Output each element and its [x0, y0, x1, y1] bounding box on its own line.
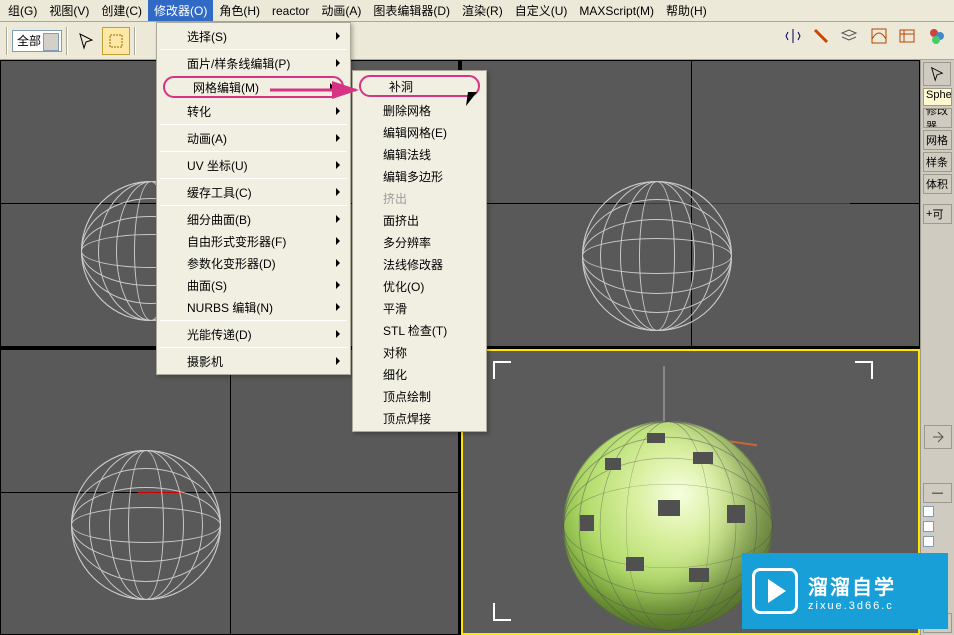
submenu-tessellate[interactable]: 细化: [355, 363, 484, 385]
panel-tab-mesh[interactable]: 网格: [923, 130, 952, 150]
submenu-multires[interactable]: 多分辨率: [355, 231, 484, 253]
submenu-face-extrude[interactable]: 面挤出: [355, 209, 484, 231]
modifiers-menu: 选择(S) 面片/样条线编辑(P) 网格编辑(M) 转化 动画(A) UV 坐标…: [156, 22, 351, 375]
wireframe-sphere: [71, 450, 221, 600]
play-icon: [752, 568, 798, 614]
mouse-cursor: [467, 92, 479, 110]
modmenu-selection[interactable]: 选择(S): [159, 25, 348, 47]
modmenu-patch-spline-edit[interactable]: 面片/样条线编辑(P): [159, 52, 348, 74]
modmenu-subdivision[interactable]: 细分曲面(B): [159, 208, 348, 230]
menu-reactor[interactable]: reactor: [266, 2, 315, 20]
submenu-edit-poly[interactable]: 编辑多边形: [355, 165, 484, 187]
modifier-list-dropdown[interactable]: 修改器: [923, 108, 952, 128]
annotation-arrow: [268, 78, 368, 105]
modmenu-surface[interactable]: 曲面(S): [159, 274, 348, 296]
submenu-delete-mesh[interactable]: 删除网格: [355, 99, 484, 121]
submenu-smooth[interactable]: 平滑: [355, 297, 484, 319]
submenu-stl-check[interactable]: STL 检查(T): [355, 319, 484, 341]
submenu-cap-holes[interactable]: 补洞: [359, 75, 480, 97]
submenu-vertex-paint[interactable]: 顶点绘制: [355, 385, 484, 407]
mirror-button[interactable]: [780, 23, 806, 49]
curve-editor-button[interactable]: [866, 23, 892, 49]
submenu-vertex-weld[interactable]: 顶点焊接: [355, 407, 484, 429]
rollout-separator: —: [923, 483, 952, 503]
menu-customize[interactable]: 自定义(U): [509, 0, 574, 21]
viewport-front[interactable]: [461, 60, 920, 347]
wireframe-sphere: [582, 181, 732, 331]
submenu-normal-modifier[interactable]: 法线修改器: [355, 253, 484, 275]
menu-render[interactable]: 渲染(R): [456, 0, 509, 21]
submenu-optimize[interactable]: 优化(O): [355, 275, 484, 297]
modmenu-uv-coords[interactable]: UV 坐标(U): [159, 154, 348, 176]
watermark-overlay: 溜溜自学 zixue.3d66.c: [742, 553, 948, 629]
toolbar-handle[interactable]: [6, 27, 8, 55]
select-arrow-icon[interactable]: [923, 62, 951, 86]
layers-button[interactable]: [836, 23, 862, 49]
panel-tab-volume[interactable]: 体积: [923, 174, 952, 194]
schematic-view-button[interactable]: [894, 23, 920, 49]
submenu-symmetry[interactable]: 对称: [355, 341, 484, 363]
select-by-name-button[interactable]: [102, 27, 130, 55]
modmenu-animation[interactable]: 动画(A): [159, 127, 348, 149]
checkbox-row-1[interactable]: [923, 505, 952, 518]
modmenu-parametric-deform[interactable]: 参数化变形器(D): [159, 252, 348, 274]
watermark-url: zixue.3d66.c: [808, 600, 896, 612]
submenu-extrude: 挤出: [355, 187, 484, 209]
menu-character[interactable]: 角色(H): [213, 0, 266, 21]
menu-modifiers[interactable]: 修改器(O): [148, 0, 213, 21]
menu-view[interactable]: 视图(V): [43, 0, 95, 21]
submenu-edit-normals[interactable]: 编辑法线: [355, 143, 484, 165]
selection-filter-dropdown[interactable]: 全部: [12, 30, 62, 52]
menu-bar: 组(G) 视图(V) 创建(C) 修改器(O) 角色(H) reactor 动画…: [0, 0, 954, 22]
panel-tab-spline[interactable]: 样条: [923, 152, 952, 172]
right-toolbar: [780, 23, 950, 49]
menu-graph-editors[interactable]: 图表编辑器(D): [367, 0, 456, 21]
checkbox-row-2[interactable]: [923, 520, 952, 533]
menu-create[interactable]: 创建(C): [95, 0, 148, 21]
submenu-edit-mesh[interactable]: 编辑网格(E): [355, 121, 484, 143]
command-panel: Spher 修改器 网格 样条 体积 + 可 — ✓删 命名: [920, 60, 954, 635]
menu-group[interactable]: 组(G): [2, 0, 43, 21]
mesh-editing-submenu: 补洞 删除网格 编辑网格(E) 编辑法线 编辑多边形 挤出 面挤出 多分辨率 法…: [352, 70, 487, 432]
menu-help[interactable]: 帮助(H): [660, 0, 713, 21]
rollout-header[interactable]: + 可: [923, 204, 952, 224]
modmenu-cameras[interactable]: 摄影机: [159, 350, 348, 372]
watermark-title: 溜溜自学: [808, 571, 896, 600]
select-object-button[interactable]: [72, 27, 100, 55]
modmenu-cache-tools[interactable]: 缓存工具(C): [159, 181, 348, 203]
menu-animation[interactable]: 动画(A): [315, 0, 367, 21]
modmenu-ffd[interactable]: 自由形式变形器(F): [159, 230, 348, 252]
object-name-field[interactable]: Spher: [923, 88, 952, 106]
align-button[interactable]: [808, 23, 834, 49]
pin-stack-icon[interactable]: [924, 425, 952, 449]
menu-maxscript[interactable]: MAXScript(M): [573, 2, 660, 20]
modmenu-radiosity[interactable]: 光能传递(D): [159, 323, 348, 345]
checkbox-row-3[interactable]: [923, 535, 952, 548]
modmenu-nurbs-editing[interactable]: NURBS 编辑(N): [159, 296, 348, 318]
material-editor-button[interactable]: [924, 23, 950, 49]
